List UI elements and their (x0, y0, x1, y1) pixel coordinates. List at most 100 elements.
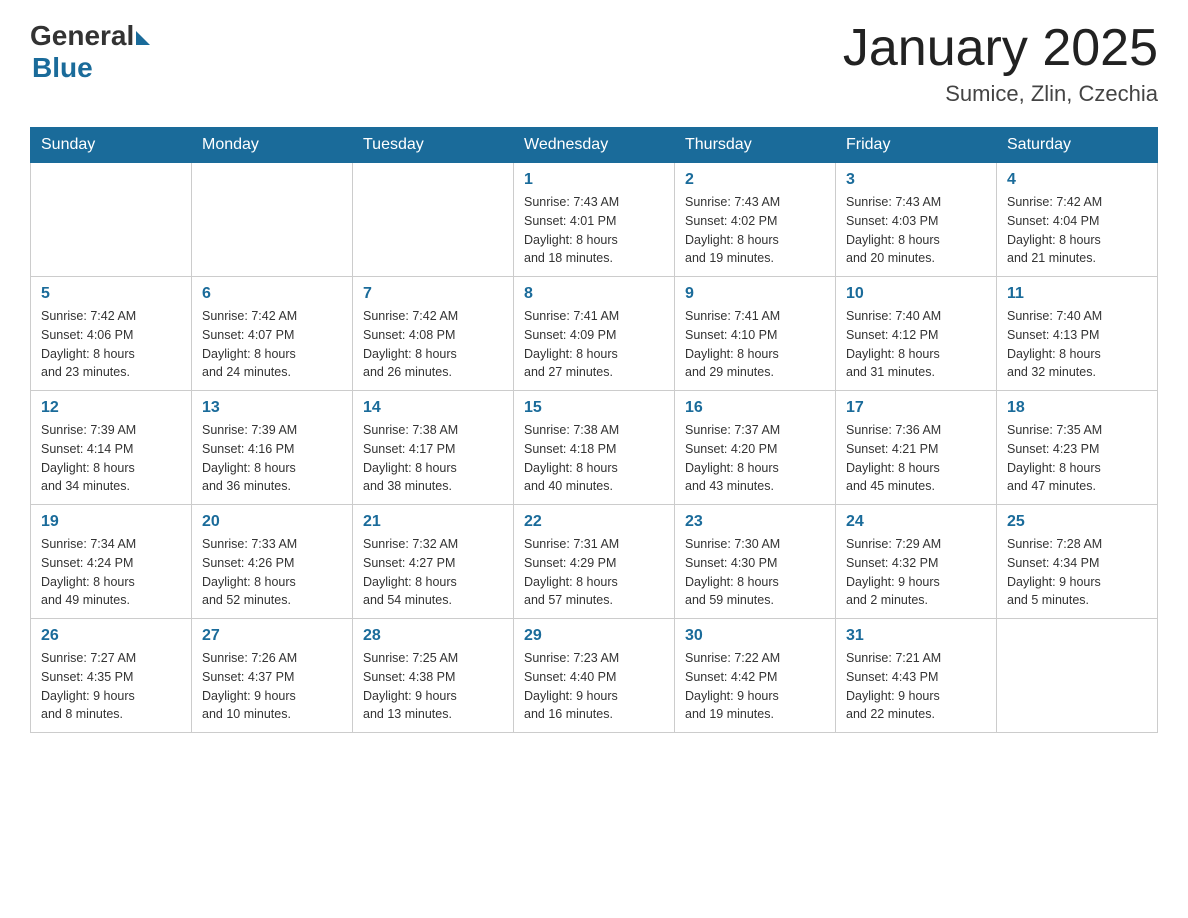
day-of-week-header: Monday (192, 128, 353, 163)
day-info: Sunrise: 7:32 AM Sunset: 4:27 PM Dayligh… (363, 535, 503, 610)
day-info: Sunrise: 7:40 AM Sunset: 4:13 PM Dayligh… (1007, 307, 1147, 382)
day-of-week-header: Friday (836, 128, 997, 163)
day-number: 15 (524, 399, 664, 417)
calendar-day-cell: 14 Sunrise: 7:38 AM Sunset: 4:17 PM Dayli… (353, 391, 514, 505)
month-title: January 2025 (843, 20, 1158, 77)
calendar-day-cell: 6 Sunrise: 7:42 AM Sunset: 4:07 PM Daylig… (192, 277, 353, 391)
day-number: 12 (41, 399, 181, 417)
logo: General Blue (30, 20, 150, 84)
day-info: Sunrise: 7:30 AM Sunset: 4:30 PM Dayligh… (685, 535, 825, 610)
day-number: 23 (685, 513, 825, 531)
day-of-week-header: Thursday (675, 128, 836, 163)
day-info: Sunrise: 7:28 AM Sunset: 4:34 PM Dayligh… (1007, 535, 1147, 610)
calendar-day-cell: 20 Sunrise: 7:33 AM Sunset: 4:26 PM Dayli… (192, 505, 353, 619)
day-number: 2 (685, 171, 825, 189)
day-info: Sunrise: 7:39 AM Sunset: 4:14 PM Dayligh… (41, 421, 181, 496)
day-number: 13 (202, 399, 342, 417)
calendar-day-cell: 28Sunrise: 7:25 AM Sunset: 4:38 PM Dayli… (353, 619, 514, 733)
day-info: Sunrise: 7:27 AM Sunset: 4:35 PM Dayligh… (41, 649, 181, 724)
calendar-day-cell: 30Sunrise: 7:22 AM Sunset: 4:42 PM Dayli… (675, 619, 836, 733)
day-info: Sunrise: 7:26 AM Sunset: 4:37 PM Dayligh… (202, 649, 342, 724)
day-number: 17 (846, 399, 986, 417)
day-info: Sunrise: 7:38 AM Sunset: 4:17 PM Dayligh… (363, 421, 503, 496)
day-number: 5 (41, 285, 181, 303)
day-number: 30 (685, 627, 825, 645)
calendar-day-cell: 29Sunrise: 7:23 AM Sunset: 4:40 PM Dayli… (514, 619, 675, 733)
calendar-day-cell: 27 Sunrise: 7:26 AM Sunset: 4:37 PM Dayli… (192, 619, 353, 733)
calendar-week-row: 19Sunrise: 7:34 AM Sunset: 4:24 PM Dayli… (31, 505, 1158, 619)
day-number: 8 (524, 285, 664, 303)
day-info: Sunrise: 7:33 AM Sunset: 4:26 PM Dayligh… (202, 535, 342, 610)
day-number: 10 (846, 285, 986, 303)
day-info: Sunrise: 7:42 AM Sunset: 4:04 PM Dayligh… (1007, 193, 1147, 268)
day-number: 21 (363, 513, 503, 531)
page-header: General Blue January 2025 Sumice, Zlin, … (30, 20, 1158, 107)
calendar-day-cell (192, 163, 353, 277)
day-number: 31 (846, 627, 986, 645)
day-number: 9 (685, 285, 825, 303)
day-info: Sunrise: 7:36 AM Sunset: 4:21 PM Dayligh… (846, 421, 986, 496)
calendar-day-cell: 10 Sunrise: 7:40 AM Sunset: 4:12 PM Dayli… (836, 277, 997, 391)
day-info: Sunrise: 7:37 AM Sunset: 4:20 PM Dayligh… (685, 421, 825, 496)
day-number: 16 (685, 399, 825, 417)
calendar-day-cell: 26 Sunrise: 7:27 AM Sunset: 4:35 PM Dayli… (31, 619, 192, 733)
calendar-table: SundayMondayTuesdayWednesdayThursdayFrid… (30, 127, 1158, 733)
day-number: 11 (1007, 285, 1147, 303)
calendar-day-cell: 9Sunrise: 7:41 AM Sunset: 4:10 PM Daylig… (675, 277, 836, 391)
day-info: Sunrise: 7:23 AM Sunset: 4:40 PM Dayligh… (524, 649, 664, 724)
logo-arrow-icon (136, 31, 150, 45)
day-info: Sunrise: 7:42 AM Sunset: 4:08 PM Dayligh… (363, 307, 503, 382)
day-info: Sunrise: 7:31 AM Sunset: 4:29 PM Dayligh… (524, 535, 664, 610)
day-number: 18 (1007, 399, 1147, 417)
calendar-day-cell: 24 Sunrise: 7:29 AM Sunset: 4:32 PM Dayli… (836, 505, 997, 619)
day-number: 24 (846, 513, 986, 531)
calendar-week-row: 26 Sunrise: 7:27 AM Sunset: 4:35 PM Dayli… (31, 619, 1158, 733)
day-number: 20 (202, 513, 342, 531)
day-of-week-header: Tuesday (353, 128, 514, 163)
calendar-day-cell: 16 Sunrise: 7:37 AM Sunset: 4:20 PM Dayli… (675, 391, 836, 505)
logo-blue-text: Blue (32, 52, 93, 84)
calendar-day-cell: 2 Sunrise: 7:43 AM Sunset: 4:02 PM Daylig… (675, 163, 836, 277)
day-number: 4 (1007, 171, 1147, 189)
calendar-day-cell: 1Sunrise: 7:43 AM Sunset: 4:01 PM Daylig… (514, 163, 675, 277)
calendar-day-cell: 15 Sunrise: 7:38 AM Sunset: 4:18 PM Dayli… (514, 391, 675, 505)
calendar-header-row: SundayMondayTuesdayWednesdayThursdayFrid… (31, 128, 1158, 163)
day-of-week-header: Sunday (31, 128, 192, 163)
calendar-week-row: 12 Sunrise: 7:39 AM Sunset: 4:14 PM Dayli… (31, 391, 1158, 505)
calendar-day-cell: 18 Sunrise: 7:35 AM Sunset: 4:23 PM Dayli… (997, 391, 1158, 505)
day-info: Sunrise: 7:43 AM Sunset: 4:02 PM Dayligh… (685, 193, 825, 268)
day-info: Sunrise: 7:42 AM Sunset: 4:06 PM Dayligh… (41, 307, 181, 382)
day-number: 25 (1007, 513, 1147, 531)
calendar-day-cell: 8 Sunrise: 7:41 AM Sunset: 4:09 PM Daylig… (514, 277, 675, 391)
day-info: Sunrise: 7:41 AM Sunset: 4:09 PM Dayligh… (524, 307, 664, 382)
calendar-week-row: 1Sunrise: 7:43 AM Sunset: 4:01 PM Daylig… (31, 163, 1158, 277)
day-info: Sunrise: 7:29 AM Sunset: 4:32 PM Dayligh… (846, 535, 986, 610)
day-info: Sunrise: 7:42 AM Sunset: 4:07 PM Dayligh… (202, 307, 342, 382)
calendar-day-cell: 12 Sunrise: 7:39 AM Sunset: 4:14 PM Dayli… (31, 391, 192, 505)
day-number: 22 (524, 513, 664, 531)
calendar-day-cell (353, 163, 514, 277)
calendar-day-cell: 22 Sunrise: 7:31 AM Sunset: 4:29 PM Dayli… (514, 505, 675, 619)
day-of-week-header: Saturday (997, 128, 1158, 163)
calendar-day-cell: 19Sunrise: 7:34 AM Sunset: 4:24 PM Dayli… (31, 505, 192, 619)
day-number: 7 (363, 285, 503, 303)
day-number: 14 (363, 399, 503, 417)
day-of-week-header: Wednesday (514, 128, 675, 163)
day-info: Sunrise: 7:43 AM Sunset: 4:01 PM Dayligh… (524, 193, 664, 268)
day-info: Sunrise: 7:38 AM Sunset: 4:18 PM Dayligh… (524, 421, 664, 496)
calendar-day-cell: 7 Sunrise: 7:42 AM Sunset: 4:08 PM Daylig… (353, 277, 514, 391)
day-number: 27 (202, 627, 342, 645)
day-info: Sunrise: 7:40 AM Sunset: 4:12 PM Dayligh… (846, 307, 986, 382)
day-number: 19 (41, 513, 181, 531)
calendar-day-cell: 21 Sunrise: 7:32 AM Sunset: 4:27 PM Dayli… (353, 505, 514, 619)
day-number: 6 (202, 285, 342, 303)
day-number: 26 (41, 627, 181, 645)
calendar-week-row: 5 Sunrise: 7:42 AM Sunset: 4:06 PM Daylig… (31, 277, 1158, 391)
day-info: Sunrise: 7:35 AM Sunset: 4:23 PM Dayligh… (1007, 421, 1147, 496)
calendar-day-cell: 13Sunrise: 7:39 AM Sunset: 4:16 PM Dayli… (192, 391, 353, 505)
day-number: 3 (846, 171, 986, 189)
calendar-day-cell (31, 163, 192, 277)
calendar-day-cell: 31Sunrise: 7:21 AM Sunset: 4:43 PM Dayli… (836, 619, 997, 733)
calendar-day-cell: 4 Sunrise: 7:42 AM Sunset: 4:04 PM Daylig… (997, 163, 1158, 277)
calendar-day-cell: 25 Sunrise: 7:28 AM Sunset: 4:34 PM Dayli… (997, 505, 1158, 619)
